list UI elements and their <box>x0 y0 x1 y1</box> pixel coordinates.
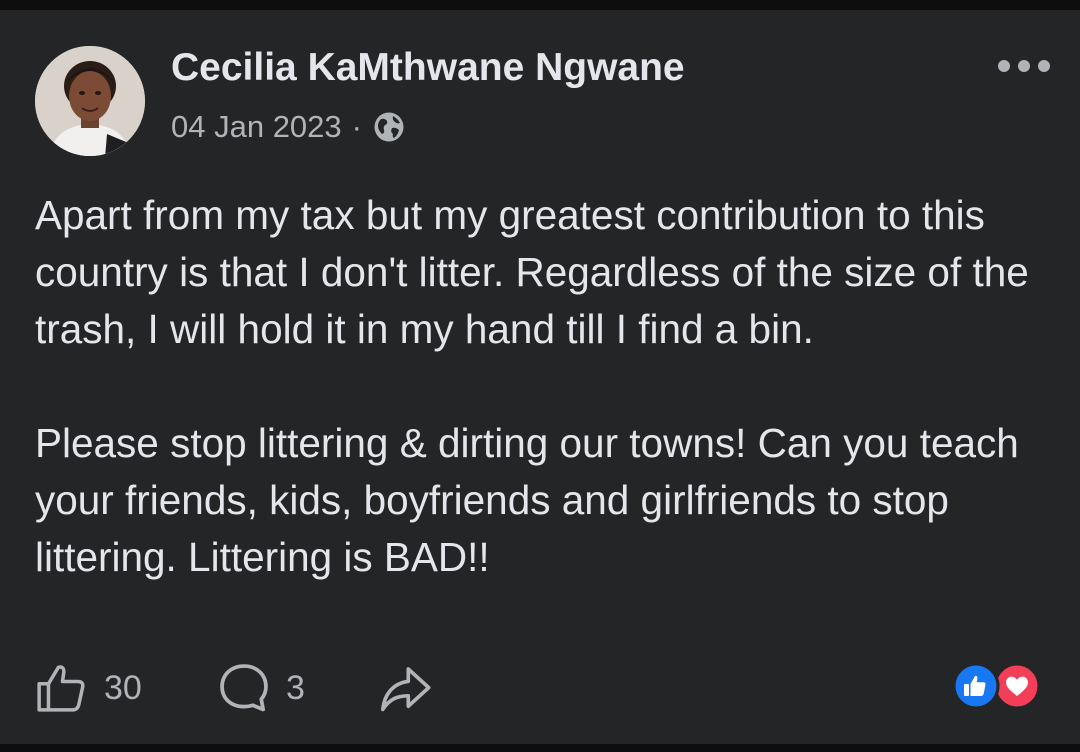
avatar-photo <box>35 46 145 156</box>
ellipsis-icon <box>998 60 1050 72</box>
globe-icon <box>372 110 406 144</box>
like-reaction-icon <box>952 662 1000 710</box>
share-button[interactable] <box>378 664 434 714</box>
more-options-button[interactable] <box>996 58 1052 74</box>
love-reaction-icon <box>993 662 1041 710</box>
reactions-summary[interactable] <box>949 661 1045 711</box>
meta-separator: · <box>351 109 362 144</box>
thumbs-up-icon <box>37 665 85 712</box>
author-avatar[interactable] <box>35 46 145 156</box>
post-meta: 04 Jan 2023 · <box>171 109 406 145</box>
author-name[interactable]: Cecilia KaMthwane Ngwane <box>171 46 685 90</box>
like-button[interactable]: 30 <box>34 660 142 716</box>
share-arrow-icon <box>381 667 431 712</box>
post-card: Cecilia KaMthwane Ngwane 04 Jan 2023 · A… <box>0 10 1080 744</box>
post-date[interactable]: 04 Jan 2023 <box>171 109 342 145</box>
comment-button[interactable]: 3 <box>216 660 305 716</box>
like-count: 30 <box>104 668 142 707</box>
comment-bubble-icon <box>220 664 268 712</box>
comment-count: 3 <box>286 668 305 707</box>
post-text: Apart from my tax but my greatest contri… <box>35 192 1029 580</box>
